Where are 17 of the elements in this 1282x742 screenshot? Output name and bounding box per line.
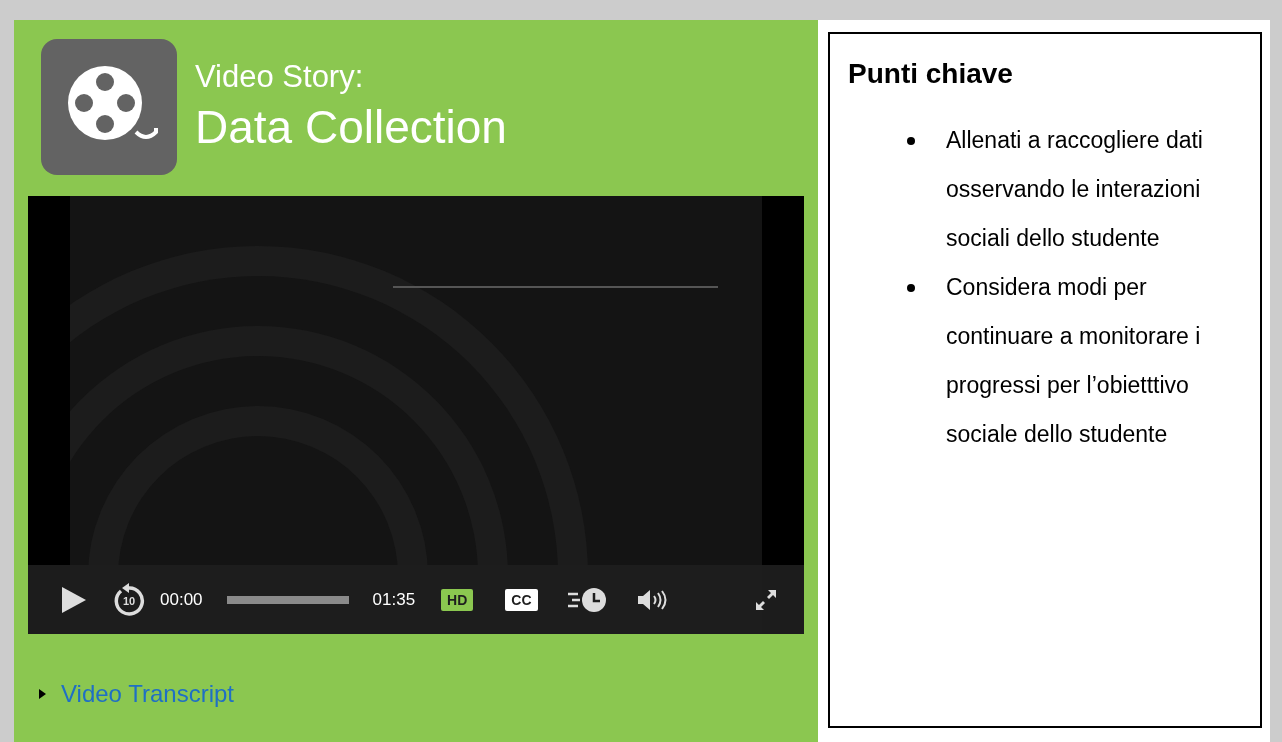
bullet-icon: [907, 284, 915, 292]
hd-button[interactable]: HD: [441, 588, 474, 611]
film-reel-icon: [41, 39, 177, 175]
header-kicker: Video Story:: [195, 58, 365, 96]
video-title: Data Collection: [195, 100, 507, 155]
caret-icon: [39, 689, 47, 699]
current-time: 00:00: [160, 588, 203, 611]
bullet-icon: [907, 137, 915, 145]
key-points-title: Punti chiave: [848, 57, 1014, 91]
key-point-text: Allenati a raccogliere dati osservando le interazioni sociali dello studente: [946, 126, 1204, 253]
key-point-text: Considera modi per continuare a monitorare i progressi per l’obietttivo sociale dello studente: [946, 273, 1202, 449]
fullscreen-icon[interactable]: [754, 587, 778, 612]
rewind-button[interactable]: 10: [112, 582, 146, 617]
volume-icon[interactable]: [635, 588, 668, 611]
duration-time: 01:35: [372, 588, 416, 611]
progress-track[interactable]: [226, 595, 349, 604]
cc-button[interactable]: CC: [505, 588, 538, 611]
